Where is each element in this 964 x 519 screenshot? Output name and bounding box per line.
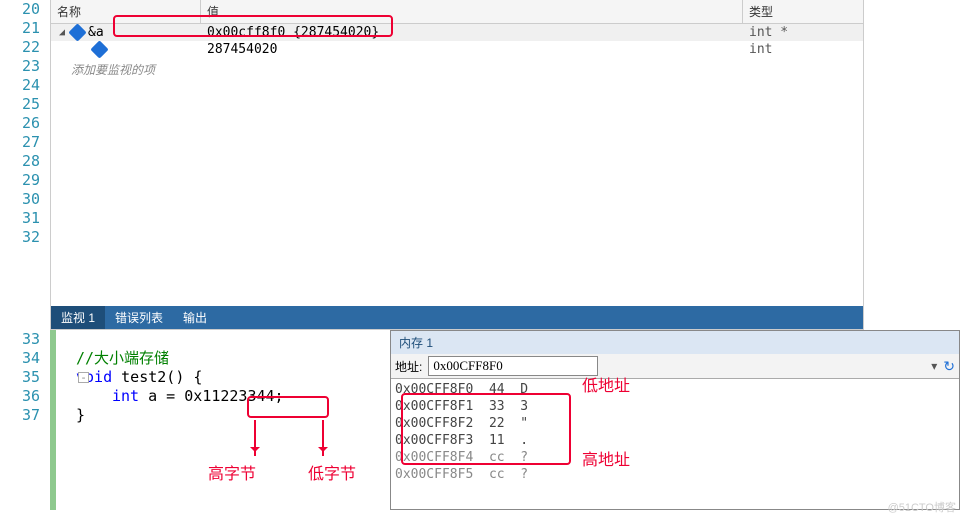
refresh-icon[interactable]: ↻ — [943, 358, 955, 375]
watch-add-item[interactable]: 添加要监视的项 — [51, 58, 863, 81]
line-gutter-bottom: 3334 3536 37 — [0, 330, 50, 510]
memory-title: 内存 1 — [399, 334, 433, 351]
memory-addr-label: 地址: — [395, 358, 422, 375]
watch-col-value[interactable]: 值 — [201, 0, 743, 23]
watermark: @51CTO博客 — [888, 499, 956, 515]
watch-tabs: 监视 1 错误列表 输出 — [51, 306, 863, 329]
line-gutter-top: 202122 232425 262728 293031 32 — [0, 0, 50, 330]
watch-type: int * — [743, 25, 863, 40]
watch-col-type[interactable]: 类型 — [743, 0, 863, 23]
watch-row[interactable]: ◢ &a 0x00cff8f0 {287454020} int * — [51, 24, 863, 41]
watch-panel: 名称 值 类型 ◢ &a 0x00cff8f0 {287454020} int … — [50, 0, 864, 330]
watch-row[interactable]: 287454020 int — [51, 41, 863, 58]
watch-value: 0x00cff8f0 {287454020} — [201, 25, 743, 40]
arrow-icon — [322, 420, 324, 456]
variable-icon — [68, 23, 86, 41]
tab-output[interactable]: 输出 — [173, 306, 217, 329]
watch-type: int — [743, 42, 863, 57]
watch-col-name[interactable]: 名称 — [51, 0, 201, 23]
dropdown-icon[interactable]: ▾ — [931, 359, 937, 373]
expand-icon[interactable]: ◢ — [57, 27, 67, 38]
memory-panel: 内存 1 地址: ▾ ↻ 0x00CFF8F0 44 D 0x00CFF8F1 … — [390, 330, 960, 510]
tab-watch1[interactable]: 监视 1 — [51, 306, 105, 329]
arrow-icon — [254, 420, 256, 456]
memory-body[interactable]: 0x00CFF8F0 44 D 0x00CFF8F1 33 3 0x00CFF8… — [391, 379, 959, 509]
fold-icon[interactable]: - — [78, 372, 89, 383]
code-editor[interactable]: //大小端存储 - void test2() { int a = 0x11223… — [50, 330, 390, 510]
tab-errors[interactable]: 错误列表 — [105, 306, 173, 329]
hex-literal: 11223344; — [202, 387, 283, 405]
watch-value: 287454020 — [201, 42, 743, 57]
variable-icon — [90, 40, 108, 58]
memory-addr-input[interactable] — [428, 356, 598, 376]
code-comment: //大小端存储 — [76, 349, 169, 367]
watch-header: 名称 值 类型 — [51, 0, 863, 24]
watch-expr: &a — [88, 25, 104, 40]
